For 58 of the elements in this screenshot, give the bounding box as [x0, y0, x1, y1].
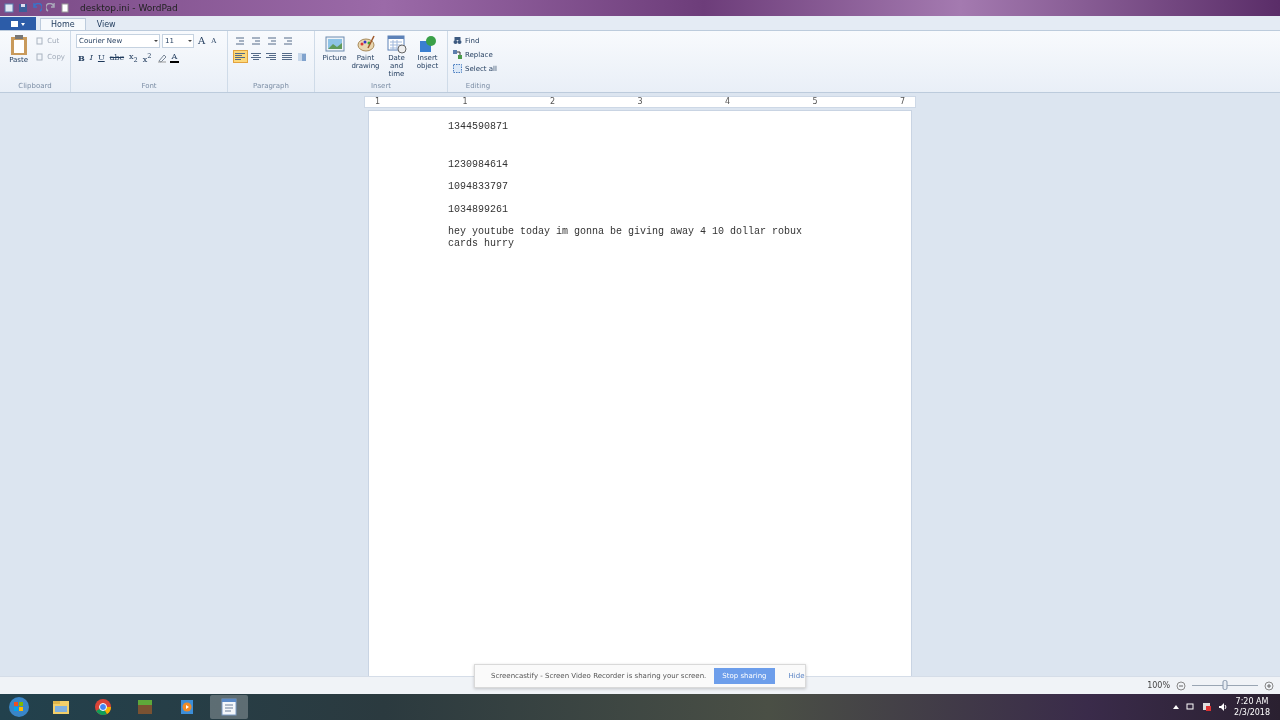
format-button[interactable]: B [76, 51, 87, 64]
document-paragraph: 1094833797 [448, 181, 509, 193]
cube-icon [417, 34, 438, 54]
zoom-in-icon[interactable] [1264, 680, 1274, 691]
clock-date: 2/3/2018 [1234, 707, 1270, 718]
document-paragraph: 1034899261 [448, 203, 509, 215]
caret-icon [187, 38, 193, 44]
format-button[interactable]: x$^{2}$ [140, 51, 154, 64]
highlighter-icon [156, 52, 167, 63]
align-button[interactable] [264, 50, 279, 63]
ruler-number: 4 [724, 97, 731, 106]
caret-icon [153, 38, 159, 44]
ruler-number: 1 [375, 97, 381, 106]
format-button[interactable]: abc [107, 51, 127, 64]
save-icon[interactable] [18, 3, 28, 13]
ruler-number: 7 [899, 97, 905, 106]
show-hidden-icon[interactable] [1172, 703, 1181, 711]
ruler-number: 2 [549, 97, 556, 106]
new-document-icon[interactable] [60, 3, 70, 13]
slider-thumb[interactable] [1222, 679, 1228, 690]
window-title: desktop.ini - WordPad [80, 3, 178, 13]
menu-icon [10, 19, 26, 28]
redo-icon[interactable] [46, 3, 56, 13]
ruler-number: 1 [462, 97, 468, 106]
format-button[interactable]: U [95, 51, 107, 64]
format-button[interactable]: I [87, 51, 95, 64]
browser-icon[interactable] [93, 697, 113, 717]
zoom-out-icon[interactable] [1176, 680, 1186, 691]
grow-font-button[interactable]: A [196, 34, 208, 47]
clock[interactable]: 7:20 AM 2/3/2018 [1234, 696, 1270, 718]
format-button[interactable]: x$_{2}$ [127, 51, 140, 64]
ruler-number: 3 [637, 97, 643, 106]
select-all-icon [453, 64, 462, 73]
document-paragraph: 1230984614 [448, 158, 509, 170]
font-color-button[interactable]: A [169, 52, 180, 63]
windows-orb-icon [8, 696, 30, 718]
clipboard-icon [9, 34, 28, 56]
picture-icon [324, 34, 345, 54]
paragraph-icon [297, 51, 308, 62]
document-paragraph: hey youtube today im gonna be giving away 4 10 dollar robux cards hurry [448, 226, 804, 249]
clock-time: 7:20 AM [1235, 696, 1269, 707]
align-button[interactable] [248, 50, 264, 63]
align-button[interactable] [279, 50, 295, 63]
binoculars-icon [453, 36, 462, 45]
zoom-level: 100% [1147, 681, 1170, 690]
palette-icon [355, 34, 376, 54]
flag-icon[interactable] [1202, 702, 1213, 712]
application-menu-button[interactable] [0, 17, 36, 30]
ribbon-tab[interactable]: Home [40, 18, 86, 30]
grass-block-icon[interactable] [135, 697, 155, 717]
calendar-icon [386, 34, 407, 54]
speaker-icon[interactable] [1218, 702, 1229, 712]
list-icon [267, 36, 277, 45]
replace-icon [453, 50, 462, 59]
ribbon-tab[interactable]: View [85, 18, 127, 30]
ruler-number: 5 [812, 97, 818, 106]
align-button[interactable] [233, 50, 248, 63]
document-paragraph: 1344590871 [448, 121, 509, 133]
